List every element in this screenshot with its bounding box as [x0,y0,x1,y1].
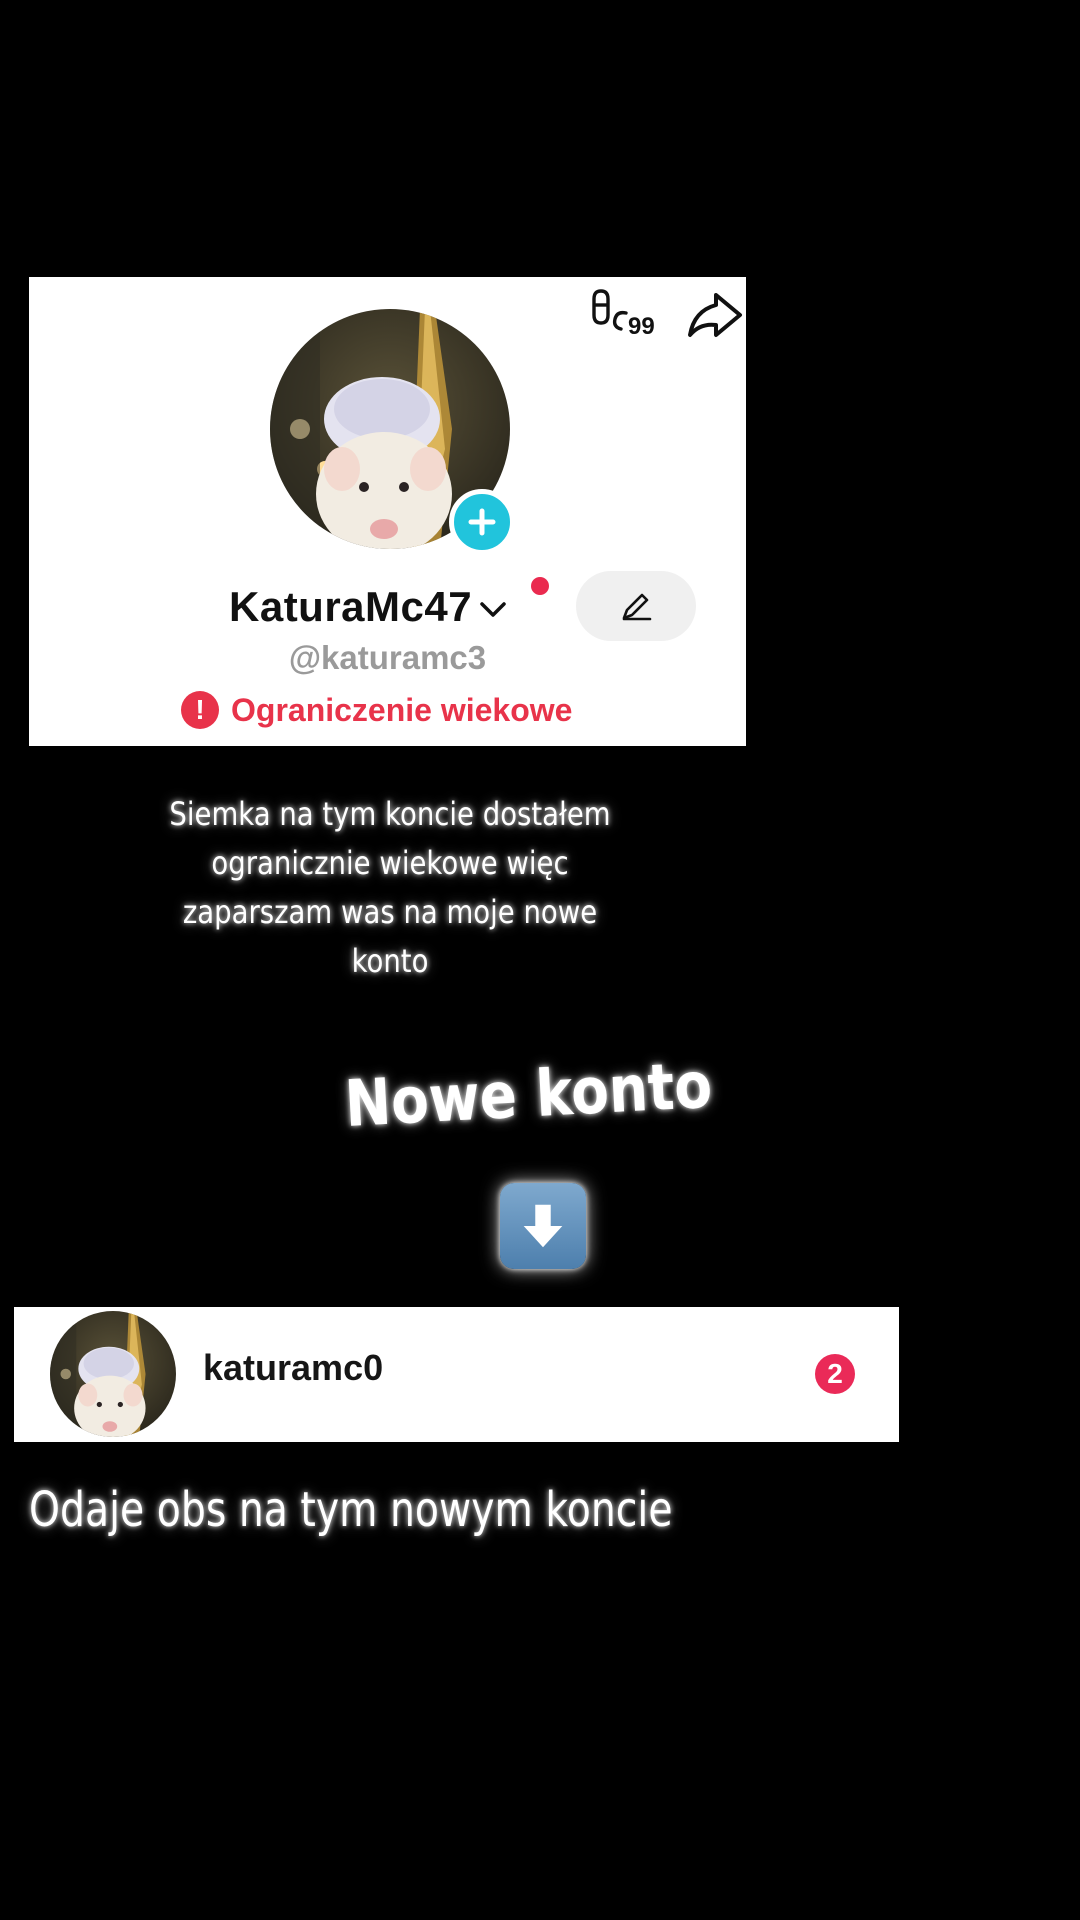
top-icons: 99 [588,287,746,343]
footer-caption: Odaje obs na tym nowym koncie [29,1482,673,1538]
svg-text:99: 99 [628,313,655,340]
new-account-card[interactable]: katuramc0 2 [14,1307,899,1442]
intro-caption: Siemka na tym koncie dostałem ograniczni… [169,795,611,980]
old-profile-card: 99 KaturaMc47 @katuramc3 ! Ograniczenie … [29,277,746,746]
age-restriction-label: Ograniczenie wiekowe [231,691,573,728]
notification-dot [531,577,549,595]
new-account-avatar[interactable] [50,1311,176,1437]
new-account-label: Nowe konto [343,1048,714,1142]
display-name-row[interactable]: KaturaMc47 [229,577,508,637]
alert-icon: ! [181,691,219,729]
views-icon[interactable]: 99 [588,289,664,341]
share-icon[interactable] [686,289,744,341]
profile-username: @katuramc3 [288,639,487,676]
notification-count-badge: 2 [815,1354,855,1394]
chevron-down-icon[interactable] [478,598,508,622]
follow-plus-icon[interactable] [449,489,515,555]
edit-profile-button[interactable] [576,571,696,641]
new-account-username: katuramc0 [203,1347,384,1388]
pencil-icon [622,593,652,621]
down-arrow-icon [500,1183,586,1269]
display-name: KaturaMc47 [229,583,473,630]
age-restriction-notice[interactable]: ! Ograniczenie wiekowe [181,685,572,735]
